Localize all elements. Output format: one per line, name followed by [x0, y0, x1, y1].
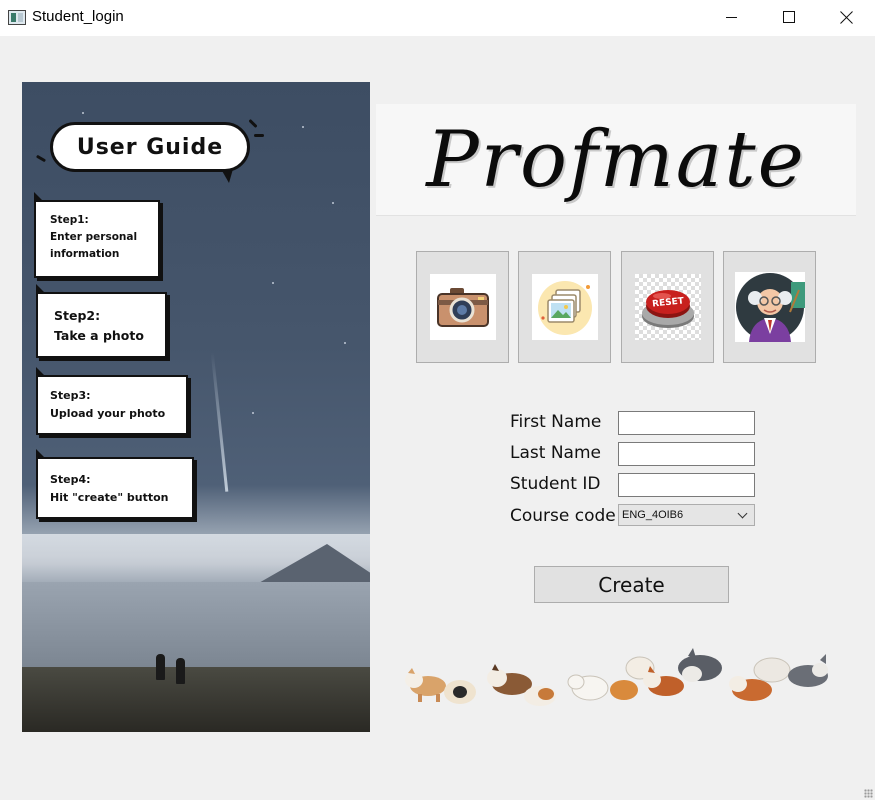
close-button[interactable] [818, 0, 875, 34]
step-text: information [50, 247, 120, 260]
professor-avatar-icon [734, 272, 805, 342]
maximize-button[interactable] [760, 0, 818, 34]
app-logo: Profmate [426, 115, 806, 205]
meteor-streak [210, 352, 229, 492]
mountain [257, 544, 370, 584]
maximize-icon [783, 11, 795, 23]
last-name-label: Last Name [510, 443, 601, 463]
step-label: Step3: [50, 389, 91, 402]
minimize-icon [725, 16, 737, 18]
course-code-value: ENG_4OIB6 [622, 509, 684, 521]
minimize-button[interactable] [702, 0, 760, 34]
star [272, 282, 274, 284]
logo-banner: Profmate [376, 104, 856, 216]
window-title: Student_login [32, 8, 124, 25]
guide-step-1: Step1: Enter personal information [34, 192, 160, 278]
shore [22, 667, 370, 732]
title-bar: Student_login [0, 0, 875, 36]
star [252, 412, 254, 414]
step-text: Take a photo [54, 328, 144, 343]
app-window-icon [8, 10, 26, 25]
course-code-select[interactable]: ENG_4OIB6 [618, 504, 755, 526]
first-name-label: First Name [510, 412, 602, 432]
last-name-field[interactable] [618, 442, 755, 466]
step-text: Hit "create" button [50, 490, 169, 504]
user-guide-title: User Guide [50, 122, 250, 183]
student-id-field[interactable] [618, 473, 755, 497]
resize-grip[interactable] [864, 789, 873, 798]
star [302, 126, 304, 128]
step-label: Step1: [50, 214, 89, 226]
student-id-label: Student ID [510, 474, 601, 494]
professor-button[interactable] [723, 251, 816, 363]
reset-button[interactable]: RESET [621, 251, 714, 363]
guide-step-2: Step2: Take a photo [36, 284, 167, 358]
camera-icon [429, 274, 496, 340]
lake [22, 582, 370, 667]
photo-gallery-icon [531, 274, 598, 340]
spark-icon [254, 134, 264, 137]
chevron-down-icon [737, 508, 748, 519]
upload-photo-button[interactable] [518, 251, 611, 363]
step-text: Upload your photo [50, 406, 166, 420]
star [82, 112, 84, 114]
person-silhouette [156, 654, 165, 680]
step-label: Step4: [50, 473, 91, 486]
step-label: Step2: [54, 308, 101, 323]
star [332, 202, 334, 204]
close-icon [840, 10, 854, 24]
course-code-label: Course code [510, 506, 616, 526]
first-name-field[interactable] [618, 411, 755, 435]
person-silhouette [176, 658, 185, 684]
spark-icon [35, 154, 47, 163]
user-guide-panel: User Guide Step1: Enter personal informa… [22, 82, 370, 732]
guide-step-4: Step4: Hit "create" button [36, 449, 194, 519]
step-text: Enter personal [50, 230, 138, 243]
star [344, 342, 346, 344]
spark-icon [248, 118, 258, 129]
guide-step-3: Step3: Upload your photo [36, 367, 188, 435]
running-dogs-image [405, 648, 828, 706]
reset-button-icon: RESET [634, 274, 701, 340]
take-photo-button[interactable] [416, 251, 509, 363]
create-button[interactable]: Create [534, 566, 729, 603]
